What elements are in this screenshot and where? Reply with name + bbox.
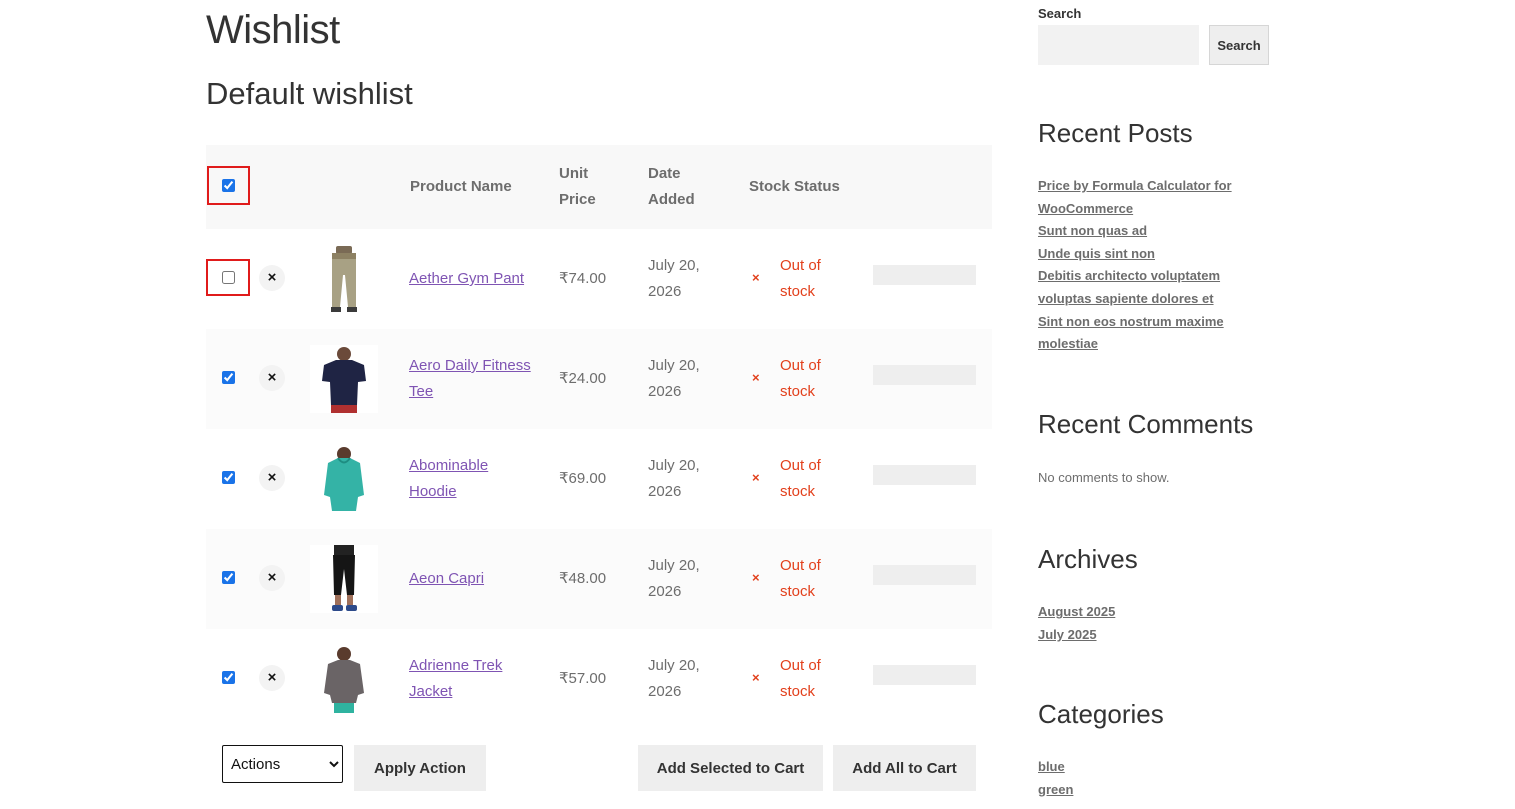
select-all-checkbox[interactable]: [222, 179, 235, 192]
stock-status: Out of stock: [780, 457, 821, 500]
table-row: × Aero Daily Fitness Tee ₹24.00 July 20,…: [206, 329, 992, 429]
wishlist-actions: Actions Apply Action Add Selected to Car…: [206, 745, 992, 791]
wishlist-name: Default wishlist: [206, 76, 413, 111]
remove-item-button[interactable]: ×: [259, 465, 285, 491]
product-link[interactable]: Adrienne Trek Jacket: [409, 653, 539, 705]
row-checkbox[interactable]: [222, 271, 235, 284]
header-date-added: Date Added: [648, 165, 695, 208]
no-comments-text: No comments to show.: [1038, 470, 1170, 485]
table-row: × Abominable Hoodie ₹69.00 July 20, 2026…: [206, 429, 992, 529]
row-checkbox[interactable]: [222, 471, 235, 484]
remove-item-button[interactable]: ×: [259, 265, 285, 291]
jacket-thumbnail: [310, 645, 378, 713]
date-added: July 20, 2026: [648, 657, 700, 700]
remove-item-button[interactable]: ×: [259, 365, 285, 391]
apply-action-button[interactable]: Apply Action: [354, 745, 486, 791]
search-label: Search: [1038, 6, 1082, 21]
product-link[interactable]: Aero Daily Fitness Tee: [409, 353, 539, 405]
row-checkbox[interactable]: [222, 371, 235, 384]
table-row: × Aeon Capri ₹48.00 July 20, 2026 × Out …: [206, 529, 992, 629]
row-checkbox[interactable]: [222, 671, 235, 684]
unit-price: ₹24.00: [559, 370, 607, 387]
out-of-stock-icon: ×: [752, 370, 760, 385]
recent-post-link[interactable]: Price by Formula Calculator for WooComme…: [1038, 175, 1258, 220]
add-to-cart-placeholder: [873, 365, 976, 385]
table-row: × Aether Gym Pant ₹74.00 July 20, 2026 ×…: [206, 229, 992, 329]
unit-price: ₹74.00: [559, 270, 607, 287]
capri-thumbnail: [310, 545, 378, 613]
out-of-stock-icon: ×: [752, 670, 760, 685]
table-header: Product Name Unit Price Date Added Stock…: [206, 145, 992, 229]
tee-thumbnail: [310, 345, 378, 413]
unit-price: ₹48.00: [559, 570, 607, 587]
add-to-cart-placeholder: [873, 265, 976, 285]
out-of-stock-icon: ×: [752, 570, 760, 585]
remove-item-button[interactable]: ×: [259, 665, 285, 691]
header-product-name: Product Name: [410, 178, 512, 195]
table-row: × Adrienne Trek Jacket ₹57.00 July 20, 2…: [206, 629, 992, 729]
categories-list: blue green: [1038, 756, 1258, 801]
archives-title: Archives: [1038, 544, 1138, 574]
header-stock-status: Stock Status: [749, 178, 840, 195]
recent-post-link[interactable]: Sint non eos nostrum maxime molestiae: [1038, 311, 1258, 356]
recent-comments-title: Recent Comments: [1038, 409, 1254, 439]
add-to-cart-placeholder: [873, 465, 976, 485]
recent-post-link[interactable]: Sunt non quas ad: [1038, 220, 1258, 243]
unit-price: ₹57.00: [559, 670, 607, 687]
search-button[interactable]: Search: [1209, 25, 1269, 65]
add-selected-to-cart-button[interactable]: Add Selected to Cart: [638, 745, 823, 791]
add-to-cart-placeholder: [873, 565, 976, 585]
product-link[interactable]: Aether Gym Pant: [409, 266, 559, 292]
unit-price: ₹69.00: [559, 470, 607, 487]
categories-title: Categories: [1038, 699, 1164, 729]
pants-thumbnail: [310, 245, 378, 313]
header-unit-price: Unit Price: [559, 165, 596, 208]
row-checkbox[interactable]: [222, 571, 235, 584]
archive-link[interactable]: August 2025: [1038, 601, 1258, 624]
remove-item-button[interactable]: ×: [259, 565, 285, 591]
date-added: July 20, 2026: [648, 457, 700, 500]
recent-post-link[interactable]: Debitis architecto voluptatem voluptas s…: [1038, 265, 1258, 310]
recent-posts-title: Recent Posts: [1038, 118, 1193, 148]
add-to-cart-placeholder: [873, 665, 976, 685]
recent-posts-list: Price by Formula Calculator for WooComme…: [1038, 175, 1258, 356]
wishlist-table: Product Name Unit Price Date Added Stock…: [206, 145, 992, 729]
hoodie-thumbnail: [310, 445, 378, 513]
add-all-to-cart-button[interactable]: Add All to Cart: [833, 745, 976, 791]
category-link[interactable]: blue: [1038, 756, 1258, 779]
actions-select[interactable]: Actions: [222, 745, 343, 783]
date-added: July 20, 2026: [648, 557, 700, 600]
date-added: July 20, 2026: [648, 257, 700, 300]
archive-link[interactable]: July 2025: [1038, 624, 1258, 647]
stock-status: Out of stock: [780, 657, 821, 700]
stock-status: Out of stock: [780, 557, 821, 600]
stock-status: Out of stock: [780, 257, 821, 300]
search-input[interactable]: [1038, 25, 1199, 65]
recent-post-link[interactable]: Unde quis sint non: [1038, 243, 1258, 266]
date-added: July 20, 2026: [648, 357, 700, 400]
product-link[interactable]: Aeon Capri: [409, 566, 539, 592]
out-of-stock-icon: ×: [752, 470, 760, 485]
archives-list: August 2025 July 2025: [1038, 601, 1258, 646]
stock-status: Out of stock: [780, 357, 821, 400]
product-link[interactable]: Abominable Hoodie: [409, 453, 539, 505]
category-link[interactable]: green: [1038, 779, 1258, 802]
out-of-stock-icon: ×: [752, 270, 760, 285]
page-title: Wishlist: [206, 8, 340, 52]
